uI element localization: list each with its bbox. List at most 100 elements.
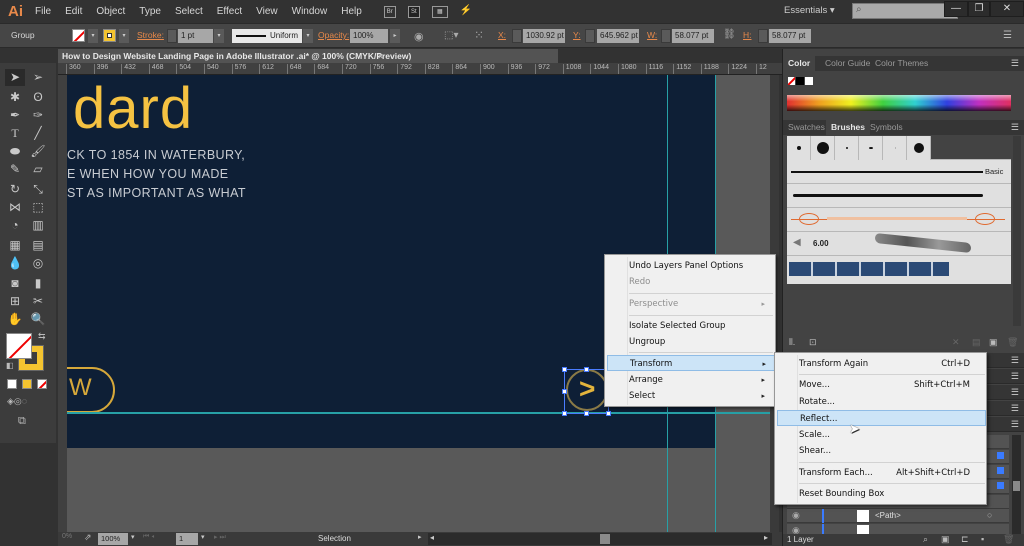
last-artboard-button[interactable]: ▸ ⏭ bbox=[214, 533, 226, 542]
x-spinner[interactable] bbox=[512, 29, 522, 43]
eraser-tool-icon[interactable]: ▱ bbox=[28, 161, 48, 178]
black-color-swatch[interactable] bbox=[796, 77, 804, 85]
minimize-button[interactable]: — bbox=[944, 1, 968, 17]
resize-handle[interactable] bbox=[562, 411, 567, 416]
stroke-label[interactable]: Stroke: bbox=[137, 30, 164, 40]
ellipse-tool-icon[interactable]: ⬬ bbox=[5, 143, 25, 160]
vertical-ruler[interactable] bbox=[58, 75, 67, 532]
brush-row-arrow[interactable] bbox=[787, 208, 1011, 232]
symbol-sprayer-tool-icon[interactable]: ◙ bbox=[5, 275, 25, 292]
pen-tool-icon[interactable]: ✒ bbox=[5, 107, 25, 124]
bridge-icon[interactable]: Br bbox=[383, 5, 396, 18]
panel-menu-icon[interactable]: ☰ bbox=[1011, 403, 1019, 414]
brush-swatch[interactable] bbox=[835, 136, 859, 160]
selected-art-indicator[interactable] bbox=[997, 452, 1004, 459]
brush-libraries-icon[interactable]: ⫴. bbox=[789, 337, 795, 348]
document-tab[interactable]: How to Design Website Landing Page in Ad… bbox=[58, 49, 558, 63]
delete-brush-icon[interactable]: 🗑 bbox=[1007, 337, 1018, 348]
brush-swatch[interactable] bbox=[811, 136, 835, 160]
selected-art-indicator[interactable] bbox=[997, 482, 1004, 489]
resize-handle[interactable] bbox=[606, 411, 611, 416]
menu-item-ungroup[interactable]: Ungroup bbox=[607, 334, 773, 350]
menu-item-transform-each[interactable]: Transform Each... Alt+Shift+Ctrl+D bbox=[777, 465, 984, 481]
visibility-eye-icon[interactable]: ◉ bbox=[792, 510, 800, 521]
brush-swatch[interactable] bbox=[907, 136, 931, 160]
stroke-weight-dropdown[interactable]: ▾ bbox=[214, 29, 224, 43]
zoom-field[interactable]: 100% bbox=[98, 533, 128, 545]
panel-menu-icon[interactable]: ☰ bbox=[1011, 122, 1019, 133]
brush-swatch[interactable] bbox=[787, 136, 811, 160]
panel-menu-icon[interactable]: ☰ bbox=[1011, 419, 1019, 430]
share-icon[interactable]: ⇗ bbox=[84, 532, 92, 543]
resize-handle[interactable] bbox=[562, 389, 567, 394]
brush-options-icon[interactable]: ▤ bbox=[972, 337, 981, 348]
body-text-line[interactable]: CK TO 1854 IN WATERBURY, bbox=[67, 148, 245, 162]
menu-item-move[interactable]: Move... Shift+Ctrl+M bbox=[777, 377, 984, 393]
target-icon[interactable]: ○ bbox=[987, 510, 992, 520]
opacity-arrow[interactable]: ▸ bbox=[390, 29, 400, 43]
menu-item-rotate[interactable]: Rotate... bbox=[777, 394, 984, 410]
menu-view[interactable]: View bbox=[256, 6, 278, 17]
menu-item-reset-bounding-box[interactable]: Reset Bounding Box bbox=[777, 486, 984, 502]
gradient-tool-icon[interactable]: ▤ bbox=[28, 237, 48, 254]
hand-tool-icon[interactable]: ✋ bbox=[5, 311, 25, 328]
scroll-left-icon[interactable]: ◂ bbox=[430, 533, 434, 542]
resize-handle[interactable] bbox=[584, 411, 589, 416]
opacity-label[interactable]: Opacity: bbox=[318, 30, 349, 40]
search-input[interactable]: ⌕ bbox=[852, 3, 958, 19]
menu-type[interactable]: Type bbox=[139, 6, 161, 17]
new-layer-icon[interactable]: ▪ bbox=[981, 534, 984, 544]
none-mode-icon[interactable] bbox=[37, 379, 47, 389]
width-tool-icon[interactable]: ⋈ bbox=[5, 199, 25, 216]
tab-symbols[interactable]: Symbols bbox=[865, 120, 908, 135]
stock-icon[interactable]: St bbox=[407, 5, 420, 18]
workspace-switcher[interactable]: Essentials ▾ bbox=[784, 5, 835, 16]
locate-object-icon[interactable]: ⌕ bbox=[923, 534, 928, 545]
remove-brush-stroke-icon[interactable]: ✕ bbox=[952, 337, 960, 348]
brush-swatch[interactable] bbox=[883, 136, 907, 160]
menu-file[interactable]: File bbox=[35, 6, 51, 17]
graph-tool-icon[interactable]: ▮ bbox=[28, 275, 48, 292]
artboard-number-field[interactable]: 1 bbox=[176, 533, 198, 545]
menu-effect[interactable]: Effect bbox=[217, 6, 242, 17]
menu-item-scale[interactable]: Scale... bbox=[777, 427, 984, 443]
rotate-tool-icon[interactable]: ↻ bbox=[5, 181, 25, 198]
menu-item-transform[interactable]: Transform ▸ bbox=[607, 355, 775, 371]
w-spinner[interactable] bbox=[661, 29, 671, 43]
free-transform-tool-icon[interactable]: ⬚ bbox=[28, 199, 48, 216]
opacity-field[interactable]: 100% bbox=[350, 29, 388, 43]
menu-select[interactable]: Select bbox=[175, 6, 203, 17]
layer-name[interactable]: <Path> bbox=[875, 511, 901, 520]
headline-text[interactable]: dard bbox=[73, 75, 193, 142]
line-tool-icon[interactable]: ╱ bbox=[28, 125, 48, 142]
arrange-documents-icon[interactable]: ▦ bbox=[431, 5, 448, 18]
h-field[interactable]: 58.077 pt bbox=[769, 29, 811, 43]
control-panel-menu-icon[interactable]: ☰ bbox=[1003, 30, 1012, 41]
artboard-tool-icon[interactable]: ⊞ bbox=[5, 293, 25, 310]
curvature-tool-icon[interactable]: ✑ bbox=[28, 107, 48, 124]
recolor-artwork-icon[interactable]: ◉ bbox=[414, 30, 424, 43]
brush-scrollbar[interactable] bbox=[1013, 136, 1021, 326]
layers-scrollbar[interactable] bbox=[1012, 435, 1021, 538]
stroke-weight-field[interactable]: 1 pt bbox=[178, 29, 213, 43]
brush-row-bristle[interactable]: ◀ 6.00 bbox=[787, 232, 1011, 256]
stroke-profile-field[interactable]: Uniform bbox=[232, 29, 302, 43]
tab-swatches[interactable]: Swatches bbox=[783, 120, 830, 135]
menu-item-transform-again[interactable]: Transform Again Ctrl+D bbox=[777, 356, 984, 372]
screen-mode-icon[interactable]: ⧉ bbox=[18, 415, 26, 428]
shape-builder-tool-icon[interactable]: ◔ bbox=[5, 217, 25, 234]
menu-item-isolate-selected-group[interactable]: Isolate Selected Group bbox=[607, 318, 773, 334]
w-field[interactable]: 58.077 pt bbox=[672, 29, 714, 43]
brush-row-pattern[interactable] bbox=[787, 256, 1011, 280]
body-text-line[interactable]: E WHEN HOW YOU MADE bbox=[67, 167, 229, 181]
slice-tool-icon[interactable]: ✂ bbox=[28, 293, 48, 310]
tab-color-guide[interactable]: Color Guide bbox=[820, 56, 875, 71]
x-field[interactable]: 1030.92 pt bbox=[523, 29, 565, 43]
align-to-icon[interactable]: ⬚▾ bbox=[444, 30, 458, 41]
zoom-dropdown[interactable]: ▾ bbox=[131, 533, 135, 541]
stroke-weight-spinner[interactable] bbox=[167, 29, 177, 43]
tab-brushes[interactable]: Brushes bbox=[826, 120, 871, 135]
resize-handle[interactable] bbox=[584, 367, 589, 372]
direct-selection-tool-icon[interactable]: ➢ bbox=[28, 69, 48, 86]
menu-item-shear[interactable]: Shear... bbox=[777, 443, 984, 459]
